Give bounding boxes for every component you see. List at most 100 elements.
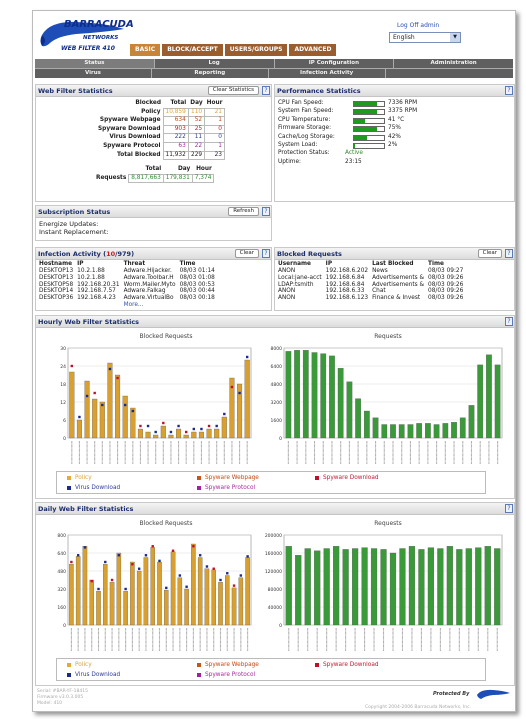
help-icon[interactable]: ?: [505, 249, 513, 258]
bar: [304, 548, 311, 626]
cell: 179,831: [162, 173, 193, 184]
row-label: Spyware Download: [98, 125, 161, 132]
language-select[interactable]: English ▼: [389, 32, 461, 43]
chart-title: Blocked Requests: [139, 520, 193, 527]
perf-bar: [353, 109, 385, 116]
cell: DESKTOP36: [39, 295, 74, 302]
cell: Advertisements &: [372, 274, 425, 281]
perf-value: 3375 RPM: [388, 108, 418, 115]
chevron-down-icon[interactable]: ▼: [450, 33, 460, 42]
perf-bar-fill: [354, 118, 365, 123]
cell: 192.168.20.31: [77, 281, 120, 288]
row-label: Spyware Protocol: [103, 142, 161, 149]
legend-label: Spyware Download: [323, 475, 379, 481]
col-time: Time: [179, 261, 196, 267]
bar: [75, 556, 81, 626]
bar: [89, 579, 94, 626]
marker: [178, 574, 182, 577]
hourly-stats-panel: Hourly Web Filter Statistics? Blocked Re…: [35, 315, 515, 499]
bar: [333, 546, 340, 626]
bar: [446, 546, 453, 626]
bar: [323, 548, 330, 626]
tab-advanced[interactable]: ADVANCED: [289, 44, 337, 56]
y-tick-label: 200000: [265, 533, 282, 539]
bar: [130, 407, 136, 439]
bar: [69, 564, 74, 626]
tab-basic[interactable]: BASIC: [130, 44, 161, 56]
marker: [219, 578, 222, 582]
bar: [465, 548, 472, 626]
marker: [223, 412, 226, 416]
bar: [107, 362, 113, 439]
bar: [164, 589, 169, 626]
marker: [101, 403, 104, 407]
col-ip: IP: [77, 261, 84, 267]
cell: 08/03 01:08: [179, 274, 215, 281]
col-last-blocked: Last Blocked: [372, 261, 414, 267]
subtab-administration[interactable]: Administration: [394, 59, 513, 68]
refresh-button[interactable]: Refresh: [228, 207, 259, 216]
more-link[interactable]: More...: [122, 302, 178, 309]
logoff-link[interactable]: Log Off admin: [397, 22, 439, 29]
help-icon[interactable]: ?: [505, 86, 513, 95]
cell: 08/03 00:53: [179, 281, 215, 288]
header: BARRACUDA NETWORKS WEB FILTER 410 Log Of…: [33, 11, 515, 59]
bar: [433, 424, 440, 439]
clear-statistics-button[interactable]: Clear Statistics: [207, 86, 259, 95]
marker: [90, 579, 93, 583]
logo-sub: NETWORKS: [83, 35, 119, 41]
subtab-infection-activity[interactable]: Infection Activity: [268, 69, 385, 78]
help-icon[interactable]: ?: [262, 207, 270, 216]
marker: [70, 560, 73, 564]
bar: [370, 548, 378, 626]
marker: [116, 376, 119, 380]
clear-infection-button[interactable]: Clear: [234, 249, 259, 258]
help-icon[interactable]: ?: [262, 86, 270, 95]
y-tick-label: 120000: [265, 569, 282, 575]
marker: [117, 554, 121, 557]
subtab-virus[interactable]: Virus: [35, 69, 151, 78]
perf-bar-fill: [354, 135, 367, 140]
subtab-log[interactable]: Log: [154, 59, 274, 68]
y-tick-label: 3200: [271, 400, 283, 406]
col-day: Day: [177, 166, 191, 173]
cell: 11: [187, 133, 206, 143]
y-tick-label: 18: [60, 382, 66, 388]
subtab-ip-configuration[interactable]: IP Configuration: [274, 59, 394, 68]
blocked-requests-title: Blocked Requests: [277, 250, 342, 258]
perf-bar: [353, 126, 385, 133]
legend-label: Spyware Download: [323, 662, 379, 668]
bar: [184, 588, 189, 626]
tab-users-groups[interactable]: USERS/GROUPS: [224, 44, 288, 56]
y-tick-label: 30: [60, 346, 66, 352]
help-icon[interactable]: ?: [505, 317, 513, 326]
help-icon[interactable]: ?: [505, 504, 513, 513]
blocked-table: Blocked Total Day Hour Policy 10,859 110 21 Sp…: [96, 100, 225, 161]
clear-blocked-button[interactable]: Clear: [477, 249, 502, 258]
protection-value: Active: [345, 150, 363, 157]
col-ip: IP: [325, 261, 333, 267]
bar: [137, 428, 143, 439]
help-icon[interactable]: ?: [262, 249, 270, 258]
cell: News: [372, 268, 388, 274]
y-tick-label: 640: [57, 551, 66, 557]
marker: [239, 574, 243, 577]
subtab-status[interactable]: Status: [35, 59, 154, 68]
subscription-panel: Subscription Status Refresh ? Energize U…: [35, 205, 272, 241]
perf-label: CPU Temperature:: [278, 116, 331, 123]
uptime-value: 23:15: [345, 158, 362, 165]
subtab-reporting[interactable]: Reporting: [151, 69, 268, 78]
col-blocked: Blocked: [135, 100, 161, 107]
infection-title-total: /979): [115, 250, 135, 258]
bar: [425, 423, 431, 439]
bar: [170, 551, 176, 626]
cell: ANON: [278, 288, 296, 295]
cell: 192.168.6.123: [325, 295, 369, 302]
copyright: Copyright 2004-2006 Barracuda Networks, …: [365, 705, 472, 710]
main-tabs: BASIC BLOCK/ACCEPT USERS/GROUPS ADVANCED: [130, 44, 337, 56]
tab-block-accept[interactable]: BLOCK/ACCEPT: [162, 44, 223, 56]
bar: [407, 424, 414, 439]
col-hostname: Hostname: [39, 261, 73, 267]
bar: [442, 423, 449, 439]
daily-requests-chart: 0 40000 80000 120000 160000 200000: [265, 533, 503, 651]
